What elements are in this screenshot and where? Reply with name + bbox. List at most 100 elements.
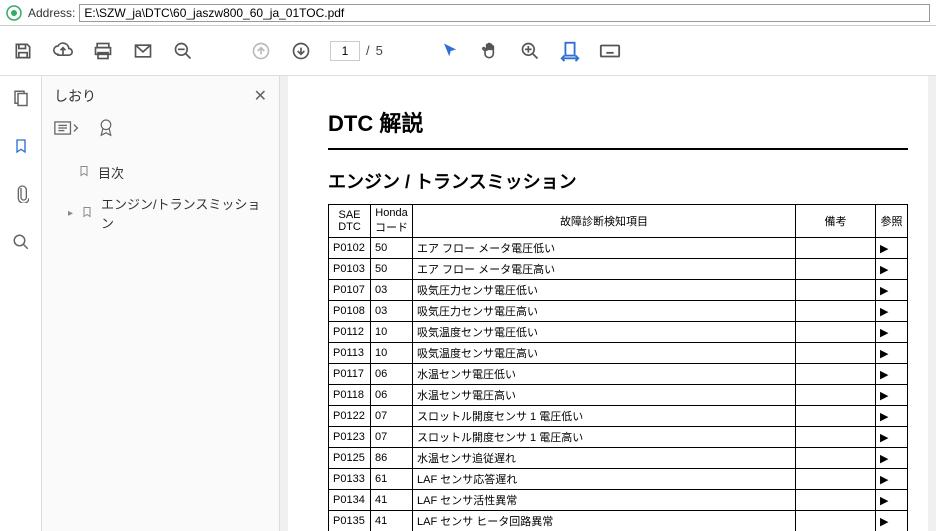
cell-ref[interactable]: ▶ [876, 511, 908, 531]
bookmark-item-toc[interactable]: 目次 [54, 157, 267, 188]
cell-honda: 41 [371, 490, 413, 511]
cell-honda: 03 [371, 280, 413, 301]
zoom-in-icon[interactable] [519, 40, 541, 62]
panel-title: しおり [54, 86, 96, 106]
bookmarks-icon[interactable] [11, 136, 31, 156]
cell-sae: P0134 [329, 490, 371, 511]
toolbar: / 5 [0, 26, 936, 76]
header-note: 備考 [796, 205, 876, 238]
address-label: Address: [28, 6, 75, 20]
next-page-icon[interactable] [290, 40, 312, 62]
options-icon[interactable] [54, 119, 80, 140]
table-row: P011706水温センサ電圧低い▶ [329, 364, 908, 385]
ribbon-icon[interactable] [98, 118, 114, 141]
title-divider [328, 148, 908, 150]
table-row: P010703吸気圧力センサ電圧低い▶ [329, 280, 908, 301]
cell-ref[interactable]: ▶ [876, 343, 908, 364]
cell-sae: P0133 [329, 469, 371, 490]
cell-desc: 吸気温度センサ電圧低い [413, 322, 796, 343]
cell-ref[interactable]: ▶ [876, 280, 908, 301]
cell-ref[interactable]: ▶ [876, 490, 908, 511]
header-honda: Honda コード [371, 205, 413, 238]
cell-note [796, 490, 876, 511]
bookmark-icon [78, 164, 90, 181]
cell-desc: エア フロー メータ電圧高い [413, 259, 796, 280]
cell-honda: 07 [371, 406, 413, 427]
close-icon[interactable]: ✕ [254, 86, 267, 106]
cell-ref[interactable]: ▶ [876, 448, 908, 469]
header-ref: 参照 [876, 205, 908, 238]
cell-sae: P0122 [329, 406, 371, 427]
cell-sae: P0103 [329, 259, 371, 280]
side-rail [0, 76, 42, 531]
cell-honda: 10 [371, 322, 413, 343]
bookmark-label: エンジン/トランスミッション [101, 194, 263, 232]
cell-ref[interactable]: ▶ [876, 385, 908, 406]
cell-sae: P0113 [329, 343, 371, 364]
section-title: エンジン / トランスミッション [328, 168, 908, 194]
cell-desc: LAF センサ ヒータ回路異常 [413, 511, 796, 531]
save-icon[interactable] [12, 40, 34, 62]
table-row: P013361LAF センサ応答遅れ▶ [329, 469, 908, 490]
table-row: P010250エア フロー メータ電圧低い▶ [329, 238, 908, 259]
email-icon[interactable] [132, 40, 154, 62]
table-row: P012207スロットル開度センサ 1 電圧低い▶ [329, 406, 908, 427]
print-icon[interactable] [92, 40, 114, 62]
keyboard-icon[interactable] [599, 40, 621, 62]
cell-desc: スロットル開度センサ 1 電圧高い [413, 427, 796, 448]
zoom-out-icon[interactable] [172, 40, 194, 62]
cell-honda: 86 [371, 448, 413, 469]
address-bar: Address: [0, 0, 936, 26]
pointer-icon[interactable] [439, 40, 461, 62]
cell-note [796, 385, 876, 406]
cell-note [796, 427, 876, 448]
cell-desc: LAF センサ応答遅れ [413, 469, 796, 490]
prev-page-icon[interactable] [250, 40, 272, 62]
page-current-input[interactable] [330, 41, 360, 61]
chevron-right-icon: ▸ [68, 208, 73, 219]
app-logo-icon [6, 5, 22, 21]
fit-width-icon[interactable] [559, 40, 581, 62]
cell-note [796, 364, 876, 385]
bookmark-label: 目次 [98, 163, 124, 182]
cell-sae: P0112 [329, 322, 371, 343]
cell-ref[interactable]: ▶ [876, 301, 908, 322]
cell-desc: 水温センサ電圧低い [413, 364, 796, 385]
thumbnails-icon[interactable] [11, 88, 31, 108]
attachments-icon[interactable] [11, 184, 31, 204]
cell-note [796, 448, 876, 469]
table-row: P012586水温センサ追従遅れ▶ [329, 448, 908, 469]
cell-note [796, 469, 876, 490]
cell-honda: 50 [371, 259, 413, 280]
cell-note [796, 238, 876, 259]
search-icon[interactable] [11, 232, 31, 252]
cell-honda: 10 [371, 343, 413, 364]
cell-note [796, 511, 876, 531]
cell-ref[interactable]: ▶ [876, 406, 908, 427]
cell-sae: P0107 [329, 280, 371, 301]
cell-ref[interactable]: ▶ [876, 238, 908, 259]
cell-ref[interactable]: ▶ [876, 364, 908, 385]
cell-ref[interactable]: ▶ [876, 259, 908, 280]
cell-ref[interactable]: ▶ [876, 469, 908, 490]
table-row: P011310吸気温度センサ電圧高い ▶ [329, 343, 908, 364]
address-input[interactable] [79, 4, 930, 22]
cell-sae: P0102 [329, 238, 371, 259]
cell-ref[interactable]: ▶ [876, 427, 908, 448]
cell-sae: P0117 [329, 364, 371, 385]
cell-sae: P0125 [329, 448, 371, 469]
hand-icon[interactable] [479, 40, 501, 62]
cell-sae: P0108 [329, 301, 371, 322]
cell-desc: 吸気温度センサ電圧高い [413, 343, 796, 364]
bookmark-icon [81, 205, 93, 222]
bookmark-item-engine[interactable]: ▸ エンジン/トランスミッション [54, 188, 267, 238]
cell-desc: 水温センサ電圧高い [413, 385, 796, 406]
cell-note [796, 343, 876, 364]
cell-ref[interactable]: ▶ [876, 322, 908, 343]
page: DTC 解説 エンジン / トランスミッション SAE DTC Honda コー… [288, 76, 928, 531]
cell-sae: P0118 [329, 385, 371, 406]
document-area[interactable]: DTC 解説 エンジン / トランスミッション SAE DTC Honda コー… [280, 76, 936, 531]
cloud-upload-icon[interactable] [52, 40, 74, 62]
cell-honda: 03 [371, 301, 413, 322]
cell-note [796, 322, 876, 343]
